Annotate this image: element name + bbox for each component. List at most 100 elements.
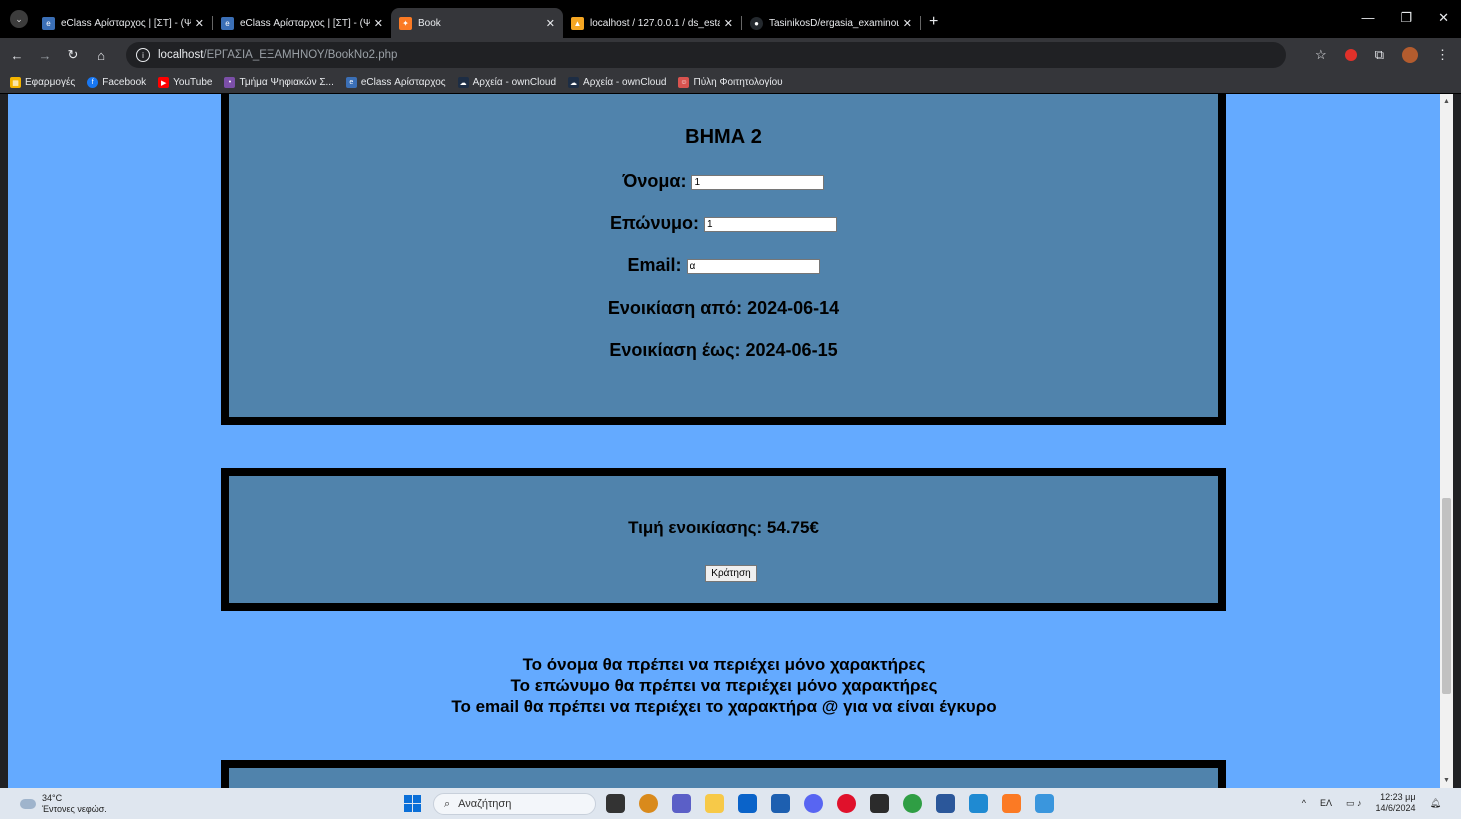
weather-widget[interactable]: 34°C Έντονες νεφώσ. bbox=[20, 793, 107, 815]
tab-5[interactable]: ● TasinikosD/ergasia_examinou_h ✕ bbox=[742, 8, 920, 38]
bookmark-student-portal[interactable]: ☺ Πύλη Φοιτητολογίου bbox=[678, 77, 783, 88]
tab-active-book[interactable]: ✦ Book ✕ bbox=[391, 8, 563, 38]
tab-1[interactable]: e eClass Αρίσταρχος | [ΣΤ] - (ΨΣ- ✕ bbox=[34, 8, 212, 38]
notifications-bell-icon[interactable]: 🔔︎ bbox=[1430, 798, 1441, 809]
page-viewport: ΒΗΜΑ 2 Όνομα: Επώνυμο: Email: Ενοικίαση … bbox=[8, 94, 1440, 788]
close-icon[interactable]: ✕ bbox=[195, 17, 204, 30]
github-desktop-icon[interactable] bbox=[870, 794, 889, 813]
tray-overflow-icon[interactable]: ^ bbox=[1302, 798, 1306, 808]
search-icon: ⌕ bbox=[444, 797, 451, 810]
start-button[interactable] bbox=[404, 795, 421, 812]
email-label: Email: bbox=[627, 255, 682, 275]
owncloud-icon: ☁ bbox=[568, 77, 580, 88]
address-bar[interactable]: i localhost/ΕΡΓΑΣΙΑ_ΕΞΑΜΗΝΟΥ/BookNo2.php bbox=[126, 42, 1286, 68]
tab-title: eClass Αρίσταρχος | [ΣΤ] - (ΨΣ- bbox=[61, 17, 191, 29]
vscode-icon[interactable] bbox=[969, 794, 988, 813]
language-indicator[interactable]: ΕΛ bbox=[1320, 798, 1332, 808]
email-error: Το email θα πρέπει να περιέχει το χαρακτ… bbox=[451, 697, 997, 716]
menu-kebab-icon[interactable]: ⋮ bbox=[1436, 47, 1449, 63]
eclass-favicon-icon: e bbox=[221, 16, 234, 30]
window-controls: — ❐ ✕ bbox=[1361, 10, 1449, 26]
scroll-down-icon[interactable]: ▼ bbox=[1443, 777, 1450, 784]
photos-icon[interactable] bbox=[1035, 794, 1054, 813]
rental-price: Τιμή ενοικίασης: 54.75€ bbox=[628, 518, 819, 537]
book-button[interactable]: Κράτηση bbox=[705, 565, 757, 582]
department-icon: • bbox=[224, 77, 236, 88]
clock[interactable]: 12:23 μμ 14/6/2024 bbox=[1376, 792, 1416, 814]
email-input[interactable] bbox=[686, 258, 820, 274]
tab-search-button[interactable]: ⌄ bbox=[10, 10, 28, 28]
eclass-favicon-icon: e bbox=[42, 16, 55, 30]
bookmark-owncloud-1[interactable]: ☁ Αρχεία - ownCloud bbox=[457, 77, 556, 88]
opera-icon[interactable] bbox=[837, 794, 856, 813]
tab-2[interactable]: e eClass Αρίσταρχος | [ΣΤ] - (ΨΣ- ✕ bbox=[213, 8, 391, 38]
close-icon[interactable]: ✕ bbox=[374, 17, 383, 30]
browser-toolbar: ← → ↻ ⌂ i localhost/ΕΡΓΑΣΙΑ_ΕΞΑΜΗΝΟΥ/Boo… bbox=[0, 38, 1461, 72]
bookmark-apps[interactable]: ▦ Εφαρμογές bbox=[10, 77, 75, 88]
extensions-puzzle-icon[interactable]: ⧉ bbox=[1375, 47, 1384, 63]
pinned-apps bbox=[606, 794, 1054, 813]
url-path: /ΕΡΓΑΣΙΑ_ΕΞΑΜΗΝΟΥ/BookNo2.php bbox=[203, 49, 398, 61]
minimize-icon[interactable]: — bbox=[1361, 10, 1374, 26]
facebook-icon: f bbox=[87, 77, 99, 88]
bookmark-department[interactable]: • Τμήμα Ψηφιακών Σ... bbox=[224, 77, 334, 88]
tab-strip: ⌄ e eClass Αρίσταρχος | [ΣΤ] - (ΨΣ- ✕ e … bbox=[0, 0, 1461, 38]
mail-icon[interactable] bbox=[738, 794, 757, 813]
bookmark-label: Αρχεία - ownCloud bbox=[583, 77, 667, 88]
bookmark-star-icon[interactable]: ☆ bbox=[1315, 47, 1327, 63]
close-icon[interactable]: ✕ bbox=[903, 17, 912, 30]
last-name-error: Το επώνυμο θα πρέπει να περιέχει μόνο χα… bbox=[510, 676, 938, 695]
profile-avatar[interactable] bbox=[1402, 47, 1418, 63]
site-info-icon[interactable]: i bbox=[136, 48, 150, 62]
tab-title: localhost / 127.0.0.1 / ds_estate bbox=[590, 17, 720, 29]
task-view-icon[interactable] bbox=[606, 794, 625, 813]
close-icon[interactable]: ✕ bbox=[546, 17, 555, 30]
chrome-icon[interactable] bbox=[903, 794, 922, 813]
bookmarks-bar: ▦ Εφαρμογές f Facebook ▶ YouTube • Τμήμα Ψηφ… bbox=[0, 72, 1461, 94]
price-panel: Τιμή ενοικίασης: 54.75€ Κράτηση bbox=[221, 468, 1226, 611]
first-name-label: Όνομα: bbox=[622, 171, 687, 191]
bookmark-facebook[interactable]: f Facebook bbox=[87, 77, 146, 88]
bookmark-label: Facebook bbox=[102, 77, 147, 88]
back-icon[interactable]: ← bbox=[6, 48, 28, 63]
discord-icon[interactable] bbox=[804, 794, 823, 813]
network-volume-icon[interactable]: ▭ ♪ bbox=[1346, 798, 1362, 809]
tab-4[interactable]: ▲ localhost / 127.0.0.1 / ds_estate ✕ bbox=[563, 8, 741, 38]
bookmark-label: Τμήμα Ψηφιακών Σ... bbox=[239, 77, 334, 88]
extension-icon[interactable] bbox=[1344, 49, 1357, 61]
forward-icon[interactable]: → bbox=[34, 48, 56, 63]
bookmark-youtube[interactable]: ▶ YouTube bbox=[158, 77, 212, 88]
home-icon[interactable]: ⌂ bbox=[90, 48, 112, 63]
owncloud-icon: ☁ bbox=[457, 77, 469, 88]
file-explorer-icon[interactable] bbox=[705, 794, 724, 813]
page-scrollbar[interactable]: ▲ ▼ bbox=[1440, 94, 1453, 788]
toolbar-actions: ☆ ⧉ ⋮ bbox=[1315, 47, 1449, 63]
reload-icon[interactable]: ↻ bbox=[62, 47, 84, 63]
store-icon[interactable] bbox=[771, 794, 790, 813]
last-name-input[interactable] bbox=[704, 216, 837, 232]
teams-icon[interactable] bbox=[672, 794, 691, 813]
restore-icon[interactable]: ❐ bbox=[1400, 10, 1412, 26]
tab-title: Book bbox=[418, 17, 441, 29]
right-gutter bbox=[1453, 94, 1461, 788]
bookmark-owncloud-2[interactable]: ☁ Αρχεία - ownCloud bbox=[568, 77, 666, 88]
scroll-up-icon[interactable]: ▲ bbox=[1443, 98, 1450, 105]
weather-text: Έντονες νεφώσ. bbox=[42, 804, 107, 814]
close-window-icon[interactable]: ✕ bbox=[1438, 10, 1449, 26]
student-portal-icon: ☺ bbox=[678, 77, 690, 88]
taskbar-search[interactable]: ⌕ Αναζήτηση bbox=[433, 793, 596, 815]
word-icon[interactable] bbox=[936, 794, 955, 813]
xampp-icon[interactable] bbox=[1002, 794, 1021, 813]
tab-separator bbox=[920, 16, 921, 30]
cloud-icon bbox=[20, 799, 36, 809]
next-panel bbox=[221, 760, 1226, 788]
scroll-thumb[interactable] bbox=[1442, 498, 1451, 694]
close-icon[interactable]: ✕ bbox=[724, 17, 733, 30]
new-tab-icon[interactable]: + bbox=[929, 13, 938, 31]
url-host: localhost bbox=[158, 49, 204, 61]
app-icon[interactable] bbox=[639, 794, 658, 813]
bookmark-eclass[interactable]: e eClass Αρίσταρχος bbox=[345, 77, 446, 88]
rent-from-text: Ενοικίαση από: 2024-06-14 bbox=[607, 298, 840, 318]
step-panel: ΒΗΜΑ 2 Όνομα: Επώνυμο: Email: Ενοικίαση … bbox=[221, 94, 1226, 425]
first-name-input[interactable] bbox=[691, 174, 825, 190]
